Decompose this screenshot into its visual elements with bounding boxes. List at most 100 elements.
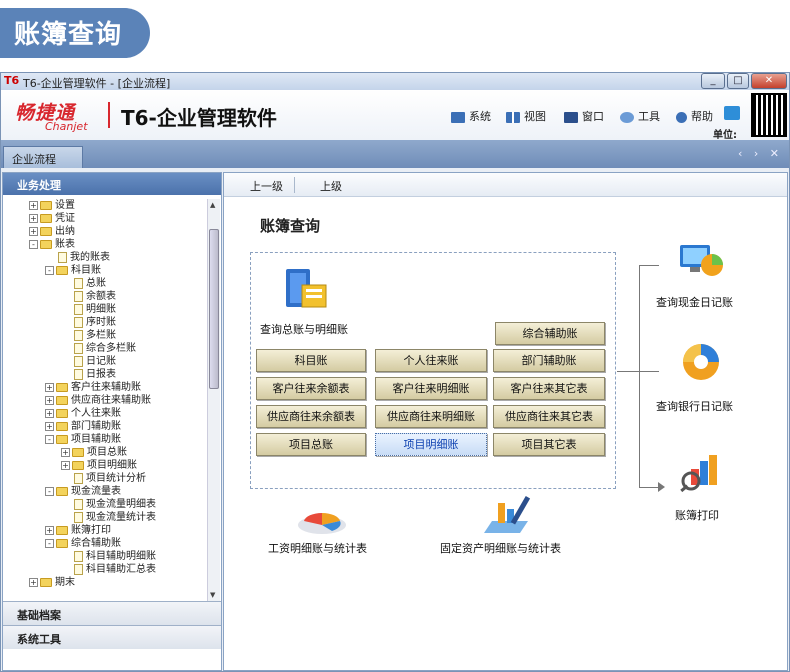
tree-item[interactable]: + 出纳 (29, 225, 75, 238)
tab-strip: 企业流程 ‹ › ✕ (1, 140, 789, 168)
ledger-button[interactable]: 供应商往来明细账 (375, 405, 487, 428)
tree-item[interactable]: 日报表 (61, 368, 116, 381)
maximize-button[interactable]: □ (727, 73, 749, 89)
tree-item-label: 序时账 (86, 317, 116, 328)
expand-icon[interactable]: + (45, 525, 54, 535)
chat-icon[interactable] (724, 106, 740, 120)
ledger-button[interactable]: 个人往来账 (375, 349, 487, 372)
tree-item[interactable]: 综合多栏账 (61, 342, 136, 355)
tree-item[interactable]: 总账 (61, 277, 106, 290)
print-books-icon[interactable] (678, 451, 724, 495)
ledger-button[interactable]: 客户往来明细账 (375, 377, 487, 400)
collapse-icon[interactable]: - (45, 265, 54, 275)
expand-icon[interactable]: + (61, 447, 70, 457)
bank-journal-link[interactable]: 查询银行日记账 (656, 398, 733, 414)
ledger-button[interactable]: 部门辅助账 (493, 349, 605, 372)
ledger-button[interactable]: 客户往来其它表 (493, 377, 605, 400)
scroll-up-icon[interactable]: ▲ (210, 201, 215, 209)
tree-item[interactable]: + 期末 (29, 576, 75, 589)
tree-item[interactable]: 明细账 (61, 303, 116, 316)
cash-journal-icon[interactable] (678, 241, 724, 281)
tree-item[interactable]: 日记账 (61, 355, 116, 368)
menu-help[interactable]: 帮助 (676, 108, 713, 126)
tree-item[interactable]: - 科目账 (45, 264, 101, 277)
tree-item[interactable]: - 项目辅助账 (45, 433, 121, 446)
help-icon (676, 111, 687, 123)
print-books-link[interactable]: 账簿打印 (675, 507, 719, 523)
expand-icon[interactable]: + (29, 226, 38, 236)
ledger-button[interactable]: 客户往来余额表 (256, 377, 366, 400)
tree-item[interactable]: 科目辅助汇总表 (61, 563, 156, 576)
ledger-button[interactable]: 项目其它表 (493, 433, 605, 456)
expand-icon[interactable]: + (29, 200, 38, 210)
tree-item[interactable]: + 部门辅助账 (45, 420, 121, 433)
tree-item[interactable]: 我的账表 (45, 251, 110, 264)
tree-item[interactable]: 项目统计分析 (61, 472, 146, 485)
up-level-button[interactable]: 上一级 (250, 178, 283, 194)
cash-journal-link[interactable]: 查询现金日记账 (656, 294, 733, 310)
section-basic-archives[interactable]: 基础档案 (3, 601, 221, 625)
tree-item[interactable]: - 现金流量表 (45, 485, 121, 498)
ledger-button[interactable]: 供应商往来余额表 (256, 405, 366, 428)
close-button[interactable]: ✕ (751, 73, 787, 89)
salary-ledger-icon[interactable] (294, 503, 350, 539)
tab-scroll-controls[interactable]: ‹ › ✕ (738, 147, 783, 160)
tree-item[interactable]: - 综合辅助账 (45, 537, 121, 550)
tree-item[interactable]: + 账簿打印 (45, 524, 111, 537)
left-panel-header[interactable]: 业务处理 (3, 173, 221, 195)
brand-logo-en: Chanjet (45, 120, 88, 133)
bank-journal-icon[interactable] (680, 341, 722, 383)
collapse-icon[interactable]: - (45, 486, 54, 496)
parent-button[interactable]: 上级 (320, 178, 342, 194)
tree-item[interactable]: - 账表 (29, 238, 75, 251)
menu-tools[interactable]: 工具 (620, 108, 660, 126)
fixed-assets-link[interactable]: 固定资产明细账与统计表 (440, 540, 561, 556)
tab-enterprise-flow[interactable]: 企业流程 (3, 146, 83, 168)
tree-item[interactable]: + 个人往来账 (45, 407, 121, 420)
tree-item[interactable]: 现金流量明细表 (61, 498, 156, 511)
collapse-icon[interactable]: - (29, 239, 38, 249)
ledger-button[interactable]: 供应商往来其它表 (493, 405, 605, 428)
ledger-button[interactable]: 项目明细账 (375, 433, 487, 456)
menu-system[interactable]: 系统 (451, 108, 491, 126)
section-system-tools[interactable]: 系统工具 (3, 625, 221, 649)
tree-item[interactable]: 序时账 (61, 316, 116, 329)
expand-icon[interactable]: + (45, 421, 54, 431)
fixed-assets-icon[interactable] (480, 493, 532, 539)
expand-icon[interactable]: + (45, 395, 54, 405)
menu-window[interactable]: 窗口 (564, 108, 604, 126)
expand-icon[interactable]: + (45, 408, 54, 418)
ledger-button[interactable]: 科目账 (256, 349, 366, 372)
expand-icon[interactable]: + (29, 213, 38, 223)
scroll-thumb[interactable] (209, 229, 219, 389)
tree-scrollbar[interactable]: ▲ ▼ (207, 199, 220, 601)
folder-icon (40, 577, 52, 587)
tree-item-label: 账表 (55, 239, 75, 250)
tree-item[interactable]: + 设置 (29, 199, 75, 212)
minimize-button[interactable]: _ (701, 73, 725, 89)
tree-item[interactable]: + 凭证 (29, 212, 75, 225)
expand-icon[interactable]: + (29, 577, 38, 587)
ledger-button[interactable]: 项目总账 (256, 433, 366, 456)
ledger-button[interactable]: 综合辅助账 (495, 322, 605, 345)
expand-icon[interactable]: + (61, 460, 70, 470)
ledger-book-icon[interactable] (282, 267, 330, 313)
tree-item[interactable]: + 供应商往来辅助账 (45, 394, 151, 407)
tree-item[interactable]: 多栏账 (61, 329, 116, 342)
collapse-icon[interactable]: - (45, 434, 54, 444)
menu-view[interactable]: 视图 (506, 108, 546, 126)
tree-item[interactable]: 科目辅助明细账 (61, 550, 156, 563)
tree-item[interactable]: 现金流量统计表 (61, 511, 156, 524)
tree-item[interactable]: + 项目总账 (61, 446, 127, 459)
tree-item[interactable]: + 项目明细账 (61, 459, 137, 472)
expand-icon[interactable]: + (45, 382, 54, 392)
salary-ledger-link[interactable]: 工资明细账与统计表 (268, 540, 367, 556)
scroll-down-icon[interactable]: ▼ (210, 591, 215, 599)
tree-item[interactable]: 余额表 (61, 290, 116, 303)
document-icon (74, 316, 83, 328)
query-ledger-link[interactable]: 查询总账与明细账 (260, 321, 348, 337)
brand-bar: 畅捷通 Chanjet T6-企业管理软件 系统 视图 窗口 工具 帮助 单位: (1, 90, 789, 141)
tree-item-label: 账簿打印 (71, 525, 111, 536)
collapse-icon[interactable]: - (45, 538, 54, 548)
tree-item[interactable]: + 客户往来辅助账 (45, 381, 141, 394)
